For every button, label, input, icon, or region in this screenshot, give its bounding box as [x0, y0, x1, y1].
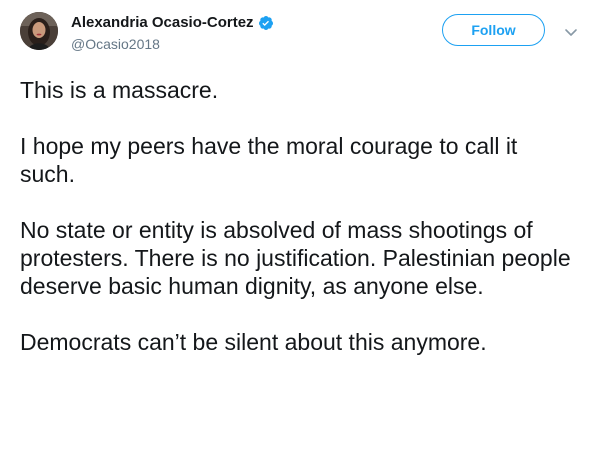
follow-button[interactable]: Follow — [442, 14, 545, 46]
avatar-image — [20, 12, 58, 50]
tweet-card: Alexandria Ocasio-Cortez @Ocasio2018 Fol… — [0, 0, 591, 465]
tweet-text: This is a massacre. I hope my peers have… — [20, 76, 575, 356]
tweet-paragraph: No state or entity is absolved of mass s… — [20, 217, 571, 299]
verified-badge-icon — [258, 15, 274, 31]
username[interactable]: @Ocasio2018 — [71, 36, 274, 52]
tweet-paragraph: Democrats can’t be silent about this any… — [20, 329, 487, 355]
name-row: Alexandria Ocasio-Cortez — [71, 13, 274, 32]
avatar[interactable] — [20, 12, 58, 50]
tweet-paragraph: I hope my peers have the moral courage t… — [20, 133, 518, 187]
chevron-down-icon[interactable] — [564, 25, 578, 36]
user-info: Alexandria Ocasio-Cortez @Ocasio2018 — [71, 13, 274, 52]
tweet-paragraph: This is a massacre. — [20, 77, 219, 103]
display-name[interactable]: Alexandria Ocasio-Cortez — [71, 13, 254, 32]
